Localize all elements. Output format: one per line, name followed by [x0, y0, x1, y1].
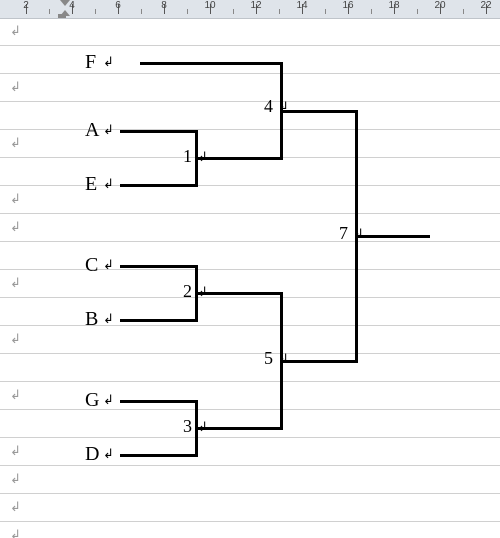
- edge: [120, 184, 195, 187]
- ruler-number: 4: [69, 0, 75, 11]
- paragraph-mark: ↲: [103, 122, 114, 138]
- ruler-tick: [417, 9, 418, 14]
- ruler-tick: [187, 9, 188, 14]
- node-4: 4: [264, 96, 273, 117]
- ruler-number: 20: [434, 0, 445, 11]
- leaf-F: F: [85, 51, 96, 74]
- ruler-number: 18: [388, 0, 399, 11]
- ruler-number: 12: [250, 0, 261, 11]
- ruler-tick: [49, 9, 50, 14]
- edge: [120, 319, 195, 322]
- page: 246810121416182022 ↲ ↲ ↲ ↲ ↲ ↲ ↲ ↲ ↲ ↲ ↲…: [0, 0, 500, 538]
- ruler-number: 10: [204, 0, 215, 11]
- edge: [355, 235, 430, 238]
- leaf-E: E: [85, 173, 97, 196]
- ruler-number: 8: [161, 0, 167, 11]
- paragraph-mark: ↲: [103, 176, 114, 192]
- edge: [120, 130, 195, 133]
- edge: [120, 265, 195, 268]
- edge: [120, 400, 195, 403]
- ruler-tick: [371, 9, 372, 14]
- ruler-tick: [141, 9, 142, 14]
- leaf-G: G: [85, 389, 99, 412]
- paragraph-mark: ↲: [103, 392, 114, 408]
- ruler-number: 2: [23, 0, 29, 11]
- leaf-D: D: [85, 443, 99, 466]
- ruler-number: 6: [115, 0, 121, 11]
- paragraph-mark: ↲: [103, 311, 114, 327]
- ruler-tick: [279, 9, 280, 14]
- node-1: 1: [183, 146, 192, 167]
- edge: [120, 454, 195, 457]
- bracket-diagram: F A E C B G D ↲ ↲ ↲ ↲ ↲ ↲ ↲ 1 ↲ 4 ↲ 2: [0, 18, 500, 538]
- ruler-number: 14: [296, 0, 307, 11]
- paragraph-mark: ↲: [278, 351, 289, 367]
- paragraph-mark: ↲: [103, 54, 114, 70]
- leaf-A: A: [85, 119, 99, 142]
- ruler-number: 16: [342, 0, 353, 11]
- paragraph-mark: ↲: [103, 257, 114, 273]
- edge: [280, 360, 355, 363]
- edge: [195, 292, 280, 295]
- node-3: 3: [183, 416, 192, 437]
- edge: [195, 157, 280, 160]
- edge: [280, 110, 355, 113]
- leaf-B: B: [85, 308, 98, 331]
- node-7: 7: [339, 223, 348, 244]
- paragraph-mark: ↲: [103, 446, 114, 462]
- edge: [140, 62, 280, 65]
- ruler-number: 22: [480, 0, 491, 11]
- ruler-tick: [95, 9, 96, 14]
- paragraph-mark: ↲: [353, 226, 364, 242]
- edge: [195, 427, 280, 430]
- ruler-tick: [463, 9, 464, 14]
- leaf-C: C: [85, 254, 98, 277]
- horizontal-ruler[interactable]: 2 4 6 8 10 12 14 16 18 20 22: [0, 0, 500, 19]
- ruler-tick: [325, 9, 326, 14]
- node-2: 2: [183, 281, 192, 302]
- node-5: 5: [264, 348, 273, 369]
- ruler-tick: [233, 9, 234, 14]
